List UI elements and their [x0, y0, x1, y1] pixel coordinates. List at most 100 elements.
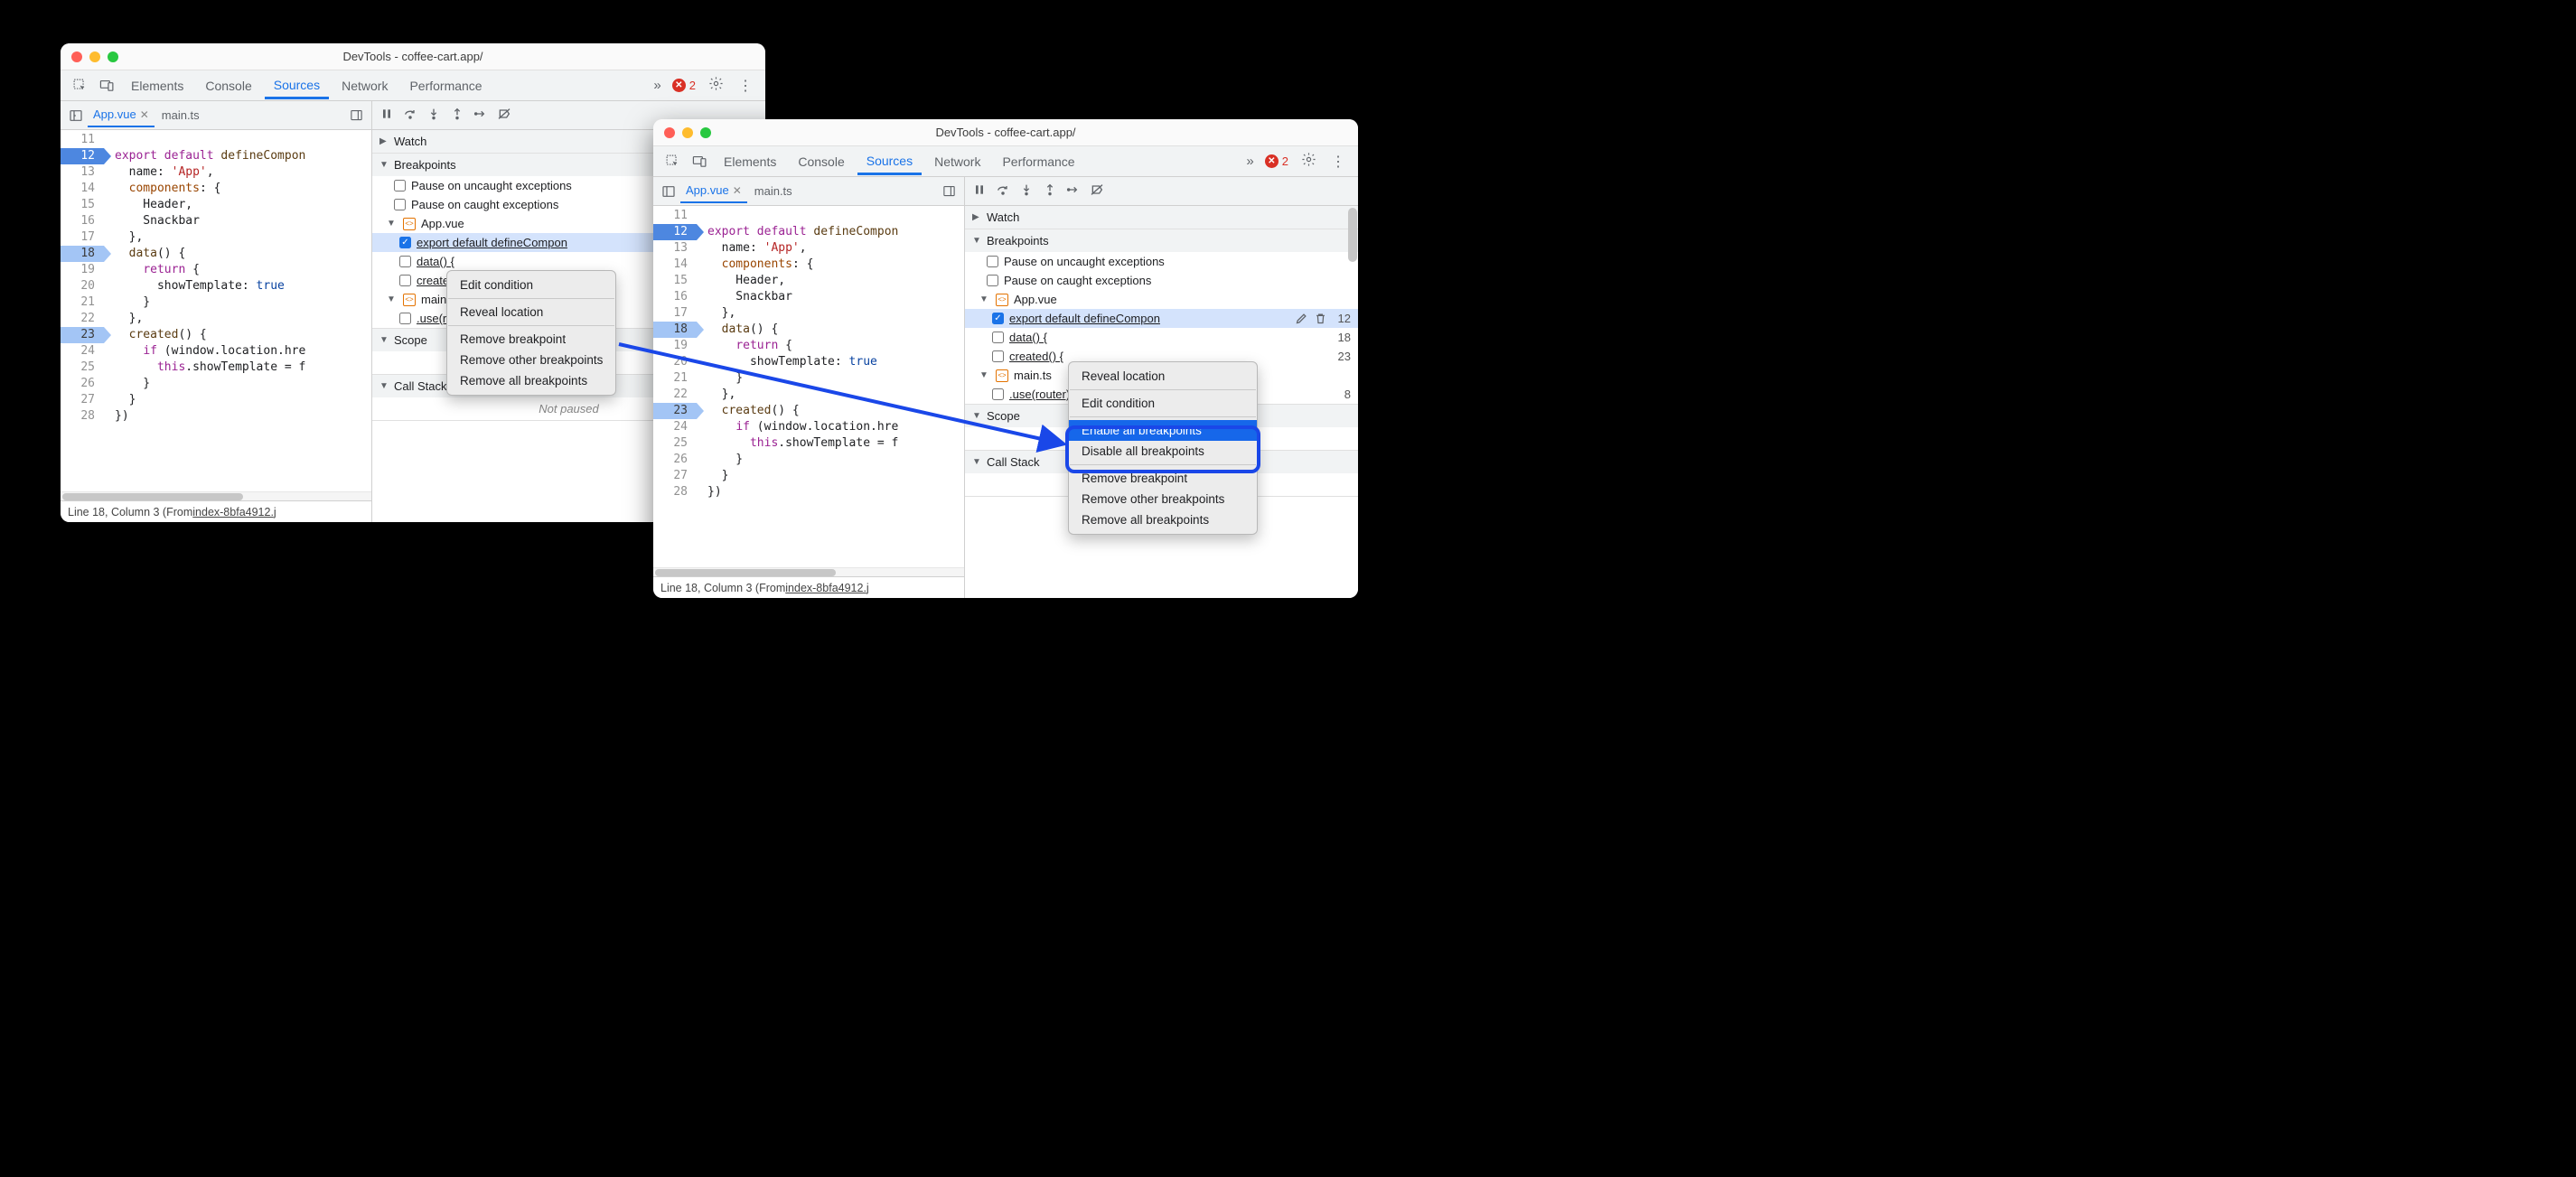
inspect-element-icon[interactable]: [68, 74, 91, 98]
step-out-icon[interactable]: [450, 107, 464, 124]
checkbox-unchecked[interactable]: [394, 180, 406, 191]
ctx-remove-breakpoint[interactable]: Remove breakpoint: [447, 329, 615, 350]
checkbox-checked[interactable]: [399, 237, 411, 248]
close-tab-icon[interactable]: ✕: [140, 108, 149, 121]
close-window-icon[interactable]: [664, 127, 675, 138]
step-icon[interactable]: [1066, 182, 1081, 200]
deactivate-breakpoints-icon[interactable]: [1090, 182, 1104, 200]
more-files-icon[interactable]: [346, 106, 366, 126]
ctx-edit-condition[interactable]: Edit condition: [447, 275, 615, 295]
more-options-icon[interactable]: ⋮: [733, 77, 758, 95]
trash-icon[interactable]: [1314, 312, 1327, 325]
file-tab-main-ts[interactable]: main.ts: [156, 104, 205, 126]
scrollbar-thumb[interactable]: [655, 569, 836, 576]
ctx-edit-condition[interactable]: Edit condition: [1069, 393, 1257, 414]
breakpoints-header[interactable]: ▼Breakpoints: [965, 229, 1358, 252]
tab-elements[interactable]: Elements: [122, 73, 192, 98]
bp-file-group-app[interactable]: ▼<>App.vue: [965, 290, 1358, 309]
ctx-remove-all[interactable]: Remove all breakpoints: [447, 370, 615, 391]
status-bar: Line 18, Column 3 (From index-8bfa4912.j: [653, 576, 964, 598]
error-badge[interactable]: ✕ 2: [669, 79, 699, 92]
tab-performance[interactable]: Performance: [400, 73, 491, 98]
vertical-scrollbar[interactable]: [1347, 206, 1358, 598]
code-editor[interactable]: 111213141516171819202122232425262728 exp…: [61, 130, 371, 491]
minimize-window-icon[interactable]: [89, 51, 100, 62]
pause-caught-row[interactable]: Pause on caught exceptions: [965, 271, 1358, 290]
code-area[interactable]: export default defineCompon name: 'App',…: [104, 130, 371, 491]
code-editor[interactable]: 111213141516171819202122232425262728 exp…: [653, 206, 964, 567]
checkbox-checked[interactable]: [992, 313, 1004, 324]
close-tab-icon[interactable]: ✕: [733, 184, 742, 197]
code-area[interactable]: export default defineCompon name: 'App',…: [697, 206, 964, 567]
navigator-toggle-icon[interactable]: [66, 106, 86, 126]
scrollbar-thumb[interactable]: [62, 493, 243, 500]
ctx-remove-breakpoint[interactable]: Remove breakpoint: [1069, 468, 1257, 489]
checkbox-unchecked[interactable]: [399, 275, 411, 286]
source-map-link[interactable]: index-8bfa4912.j: [785, 582, 868, 594]
file-tab-app-vue[interactable]: App.vue ✕: [680, 179, 747, 203]
checkbox-unchecked[interactable]: [992, 332, 1004, 343]
minimize-window-icon[interactable]: [682, 127, 693, 138]
checkbox-unchecked[interactable]: [399, 256, 411, 267]
tab-network[interactable]: Network: [925, 149, 989, 174]
file-tab-app-vue[interactable]: App.vue ✕: [88, 103, 155, 127]
ctx-reveal-location[interactable]: Reveal location: [447, 302, 615, 322]
device-toolbar-icon[interactable]: [95, 74, 118, 98]
more-tabs-icon[interactable]: »: [650, 78, 664, 93]
watch-header[interactable]: ▶Watch: [965, 206, 1358, 229]
edit-icon[interactable]: [1295, 312, 1308, 325]
tab-sources[interactable]: Sources: [265, 72, 329, 99]
horizontal-scrollbar[interactable]: [61, 491, 371, 500]
breakpoint-row-2[interactable]: data() {18: [965, 328, 1358, 347]
settings-icon[interactable]: [703, 76, 729, 96]
navigator-toggle-icon[interactable]: [659, 182, 679, 201]
pause-uncaught-row[interactable]: Pause on uncaught exceptions: [965, 252, 1358, 271]
tab-sources[interactable]: Sources: [857, 148, 922, 175]
tab-network[interactable]: Network: [333, 73, 397, 98]
pause-resume-icon[interactable]: [972, 182, 987, 200]
line-gutter[interactable]: 111213141516171819202122232425262728: [653, 206, 697, 567]
inspect-element-icon[interactable]: [660, 150, 684, 173]
settings-icon[interactable]: [1296, 152, 1322, 172]
error-badge[interactable]: ✕ 2: [1261, 154, 1292, 168]
zoom-window-icon[interactable]: [700, 127, 711, 138]
ctx-reveal-location[interactable]: Reveal location: [1069, 366, 1257, 387]
checkbox-unchecked[interactable]: [992, 350, 1004, 362]
step-into-icon[interactable]: [426, 107, 441, 124]
file-tab-main-ts[interactable]: main.ts: [749, 180, 798, 202]
ctx-enable-all[interactable]: Enable all breakpoints: [1069, 420, 1257, 441]
tab-performance[interactable]: Performance: [993, 149, 1083, 174]
tab-console[interactable]: Console: [789, 149, 853, 174]
step-over-icon[interactable]: [403, 107, 417, 124]
tab-console[interactable]: Console: [196, 73, 260, 98]
ctx-remove-other[interactable]: Remove other breakpoints: [1069, 489, 1257, 509]
step-over-icon[interactable]: [996, 182, 1010, 200]
checkbox-unchecked[interactable]: [987, 256, 998, 267]
breakpoint-row-1[interactable]: export default defineCompon 12: [965, 309, 1358, 328]
step-into-icon[interactable]: [1019, 182, 1034, 200]
pause-resume-icon[interactable]: [379, 107, 394, 124]
checkbox-unchecked[interactable]: [992, 388, 1004, 400]
ctx-disable-all[interactable]: Disable all breakpoints: [1069, 441, 1257, 462]
separator: [448, 325, 614, 326]
step-icon[interactable]: [473, 107, 488, 124]
ctx-remove-all[interactable]: Remove all breakpoints: [1069, 509, 1257, 530]
ctx-remove-other[interactable]: Remove other breakpoints: [447, 350, 615, 370]
horizontal-scrollbar[interactable]: [653, 567, 964, 576]
line-gutter[interactable]: 111213141516171819202122232425262728: [61, 130, 104, 491]
checkbox-unchecked[interactable]: [394, 199, 406, 210]
deactivate-breakpoints-icon[interactable]: [497, 107, 511, 124]
titlebar: DevTools - coffee-cart.app/: [61, 43, 765, 70]
source-map-link[interactable]: index-8bfa4912.j: [192, 506, 276, 518]
more-options-icon[interactable]: ⋮: [1325, 153, 1351, 171]
close-window-icon[interactable]: [71, 51, 82, 62]
checkbox-unchecked[interactable]: [399, 313, 411, 324]
step-out-icon[interactable]: [1043, 182, 1057, 200]
tab-elements[interactable]: Elements: [715, 149, 785, 174]
device-toolbar-icon[interactable]: [688, 150, 711, 173]
checkbox-unchecked[interactable]: [987, 275, 998, 286]
more-files-icon[interactable]: [939, 182, 959, 201]
more-tabs-icon[interactable]: »: [1242, 154, 1257, 169]
zoom-window-icon[interactable]: [108, 51, 118, 62]
scrollbar-thumb[interactable]: [1348, 208, 1357, 262]
